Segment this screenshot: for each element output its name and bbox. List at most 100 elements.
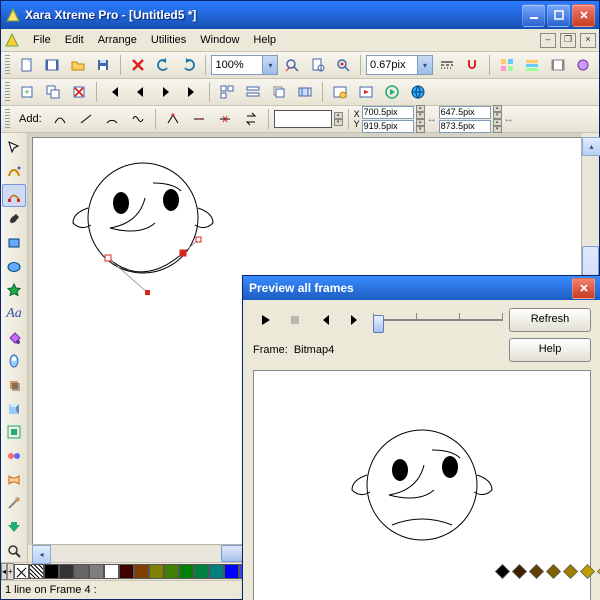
color-swatch[interactable] bbox=[194, 564, 209, 579]
x2-field[interactable] bbox=[439, 106, 491, 119]
y1-field[interactable] bbox=[362, 120, 414, 133]
dialog-close-icon[interactable] bbox=[572, 278, 595, 299]
new-frame-icon[interactable]: + bbox=[15, 80, 39, 104]
first-frame-icon[interactable] bbox=[102, 80, 126, 104]
gallery1-icon[interactable] bbox=[495, 53, 519, 77]
liveeffect-tool-icon[interactable] bbox=[2, 492, 26, 515]
maximize-button[interactable] bbox=[547, 4, 570, 27]
freehand-tool-icon[interactable] bbox=[2, 161, 26, 184]
scroll-left-icon[interactable]: ◂ bbox=[32, 545, 51, 564]
gallery4-icon[interactable] bbox=[572, 53, 596, 77]
ellipse-tool-icon[interactable] bbox=[2, 255, 26, 278]
pen-tool-icon[interactable] bbox=[2, 208, 26, 231]
gallery2-icon[interactable] bbox=[521, 53, 545, 77]
toolbar-grip[interactable] bbox=[5, 55, 10, 75]
y2-spin[interactable]: ▴▾ bbox=[493, 119, 502, 133]
refresh-button[interactable]: Refresh bbox=[509, 308, 591, 332]
color-swatch[interactable] bbox=[134, 564, 149, 579]
menu-utilities[interactable]: Utilities bbox=[144, 32, 193, 48]
x1-field[interactable] bbox=[362, 106, 414, 119]
add-arc-icon[interactable] bbox=[100, 107, 124, 131]
play-icon[interactable] bbox=[253, 308, 277, 332]
redo-icon[interactable] bbox=[177, 53, 201, 77]
y2-field[interactable] bbox=[439, 120, 491, 133]
color-swatch[interactable] bbox=[104, 564, 119, 579]
scroll-up-icon[interactable]: ▴ bbox=[582, 137, 600, 156]
new-icon[interactable] bbox=[15, 53, 39, 77]
mdi-minimize[interactable]: ‒ bbox=[540, 33, 556, 48]
transparency-tool-icon[interactable] bbox=[2, 350, 26, 373]
blend-tool-icon[interactable] bbox=[2, 445, 26, 468]
delete-icon[interactable] bbox=[126, 53, 150, 77]
lock-prev-icon[interactable]: ↔ bbox=[427, 112, 437, 126]
smooth-icon[interactable] bbox=[126, 107, 150, 131]
color-swatch[interactable] bbox=[119, 564, 134, 579]
shape-edit-tool-icon[interactable] bbox=[2, 184, 26, 207]
frames-onion-icon[interactable] bbox=[293, 80, 317, 104]
no-color-swatch[interactable] bbox=[14, 564, 29, 579]
color-swatch[interactable] bbox=[179, 564, 194, 579]
slider-thumb[interactable] bbox=[373, 315, 384, 333]
preview-all-icon[interactable] bbox=[354, 80, 378, 104]
registration-swatch[interactable] bbox=[29, 564, 44, 579]
copy-frame-icon[interactable] bbox=[41, 80, 65, 104]
export-anim-icon[interactable] bbox=[380, 80, 404, 104]
fill-tool-icon[interactable] bbox=[2, 326, 26, 349]
break-icon[interactable] bbox=[187, 107, 211, 131]
last-icon[interactable] bbox=[343, 308, 367, 332]
color-swatch[interactable] bbox=[224, 564, 239, 579]
rectangle-tool-icon[interactable] bbox=[2, 232, 26, 255]
toolbar-grip[interactable] bbox=[5, 82, 10, 102]
selector-tool-icon[interactable] bbox=[2, 137, 26, 160]
zoom-draw-icon[interactable] bbox=[332, 53, 356, 77]
zoom-dropdown-icon[interactable]: ▾ bbox=[263, 55, 278, 75]
zoom-tool-icon[interactable] bbox=[2, 539, 26, 562]
fill-swatch[interactable] bbox=[274, 110, 332, 128]
add-curve-icon[interactable] bbox=[48, 107, 72, 131]
x1-spin[interactable]: ▴▾ bbox=[416, 105, 425, 119]
save-icon[interactable] bbox=[91, 53, 115, 77]
add-line-icon[interactable] bbox=[74, 107, 98, 131]
linewidth-dropdown-icon[interactable]: ▾ bbox=[418, 55, 433, 75]
color-swatch[interactable] bbox=[89, 564, 104, 579]
lock-next-icon[interactable]: ↔ bbox=[504, 112, 514, 126]
spinner[interactable]: ▴▾ bbox=[334, 112, 343, 126]
frames-list-icon[interactable] bbox=[215, 80, 239, 104]
minimize-button[interactable] bbox=[522, 4, 545, 27]
zoom-prev-icon[interactable] bbox=[280, 53, 304, 77]
last-frame-icon[interactable] bbox=[180, 80, 204, 104]
cusp-icon[interactable] bbox=[161, 107, 185, 131]
del-frame-icon[interactable] bbox=[67, 80, 91, 104]
linewidth-combo[interactable]: ▾ bbox=[366, 55, 433, 75]
preview-sel-icon[interactable] bbox=[328, 80, 352, 104]
x2-spin[interactable]: ▴▾ bbox=[493, 105, 502, 119]
zoom-page-icon[interactable] bbox=[306, 53, 330, 77]
color-add-icon[interactable]: + bbox=[7, 563, 14, 580]
new-anim-icon[interactable] bbox=[40, 53, 64, 77]
contour-tool-icon[interactable] bbox=[2, 421, 26, 444]
prev-frame-icon[interactable] bbox=[128, 80, 152, 104]
frame-slider[interactable] bbox=[373, 310, 503, 330]
stop-icon[interactable] bbox=[283, 308, 307, 332]
bevel-tool-icon[interactable] bbox=[2, 397, 26, 420]
mdi-restore[interactable]: ❐ bbox=[560, 33, 576, 48]
text-tool-icon[interactable]: Aa bbox=[2, 303, 26, 326]
menu-arrange[interactable]: Arrange bbox=[91, 32, 144, 48]
quickshape-tool-icon[interactable] bbox=[2, 279, 26, 302]
gallery3-icon[interactable] bbox=[546, 53, 570, 77]
menu-file[interactable]: File bbox=[26, 32, 58, 48]
color-swatch[interactable] bbox=[44, 564, 59, 579]
close-button[interactable] bbox=[572, 4, 595, 27]
open-icon[interactable] bbox=[66, 53, 90, 77]
delete-point-icon[interactable] bbox=[213, 107, 237, 131]
menu-help[interactable]: Help bbox=[246, 32, 283, 48]
dialog-titlebar[interactable]: Preview all frames bbox=[243, 276, 600, 300]
first-icon[interactable] bbox=[313, 308, 337, 332]
menu-edit[interactable]: Edit bbox=[58, 32, 91, 48]
snap-icon[interactable] bbox=[461, 53, 485, 77]
color-swatch[interactable] bbox=[164, 564, 179, 579]
color-swatch[interactable] bbox=[209, 564, 224, 579]
browser-preview-icon[interactable] bbox=[406, 80, 430, 104]
color-swatch[interactable] bbox=[59, 564, 74, 579]
frames-visible-icon[interactable] bbox=[241, 80, 265, 104]
